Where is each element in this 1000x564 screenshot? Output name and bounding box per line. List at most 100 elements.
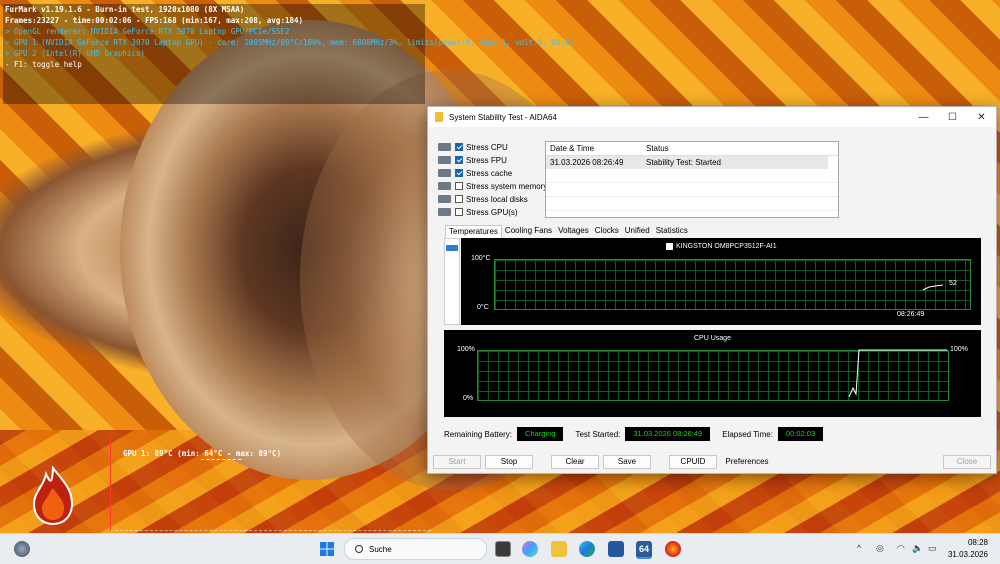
gpu-icon — [438, 208, 451, 216]
temp-line — [922, 284, 944, 291]
close-button[interactable]: Close — [943, 455, 991, 469]
empty-row — [546, 183, 838, 197]
stress-disks-checkbox[interactable] — [455, 195, 463, 203]
clock-time: 08:28 — [967, 538, 988, 547]
tab-unified[interactable]: Unified — [622, 225, 653, 237]
status-log-table[interactable]: Date & Time Status 31.03.2026 08:26:49 S… — [545, 141, 839, 218]
option-label: Stress system memory — [466, 181, 548, 191]
graph-tabs: Temperatures Cooling Fans Voltages Clock… — [445, 225, 691, 238]
stability-test-window[interactable]: System Stability Test - AIDA64 — ☐ ✕ Str… — [427, 106, 997, 474]
sensor-list[interactable] — [444, 238, 460, 325]
fpu-icon — [438, 156, 451, 164]
search-placeholder: Suche — [369, 544, 392, 554]
osd-line: - F1: toggle help — [5, 60, 82, 69]
cpu-line — [848, 349, 947, 398]
table-header: Date & Time Status — [546, 142, 838, 156]
osd-line: Frames:23227 - time:00:02:06 - FPS:168 (… — [5, 16, 304, 25]
speaker-icon[interactable]: 🔈 — [912, 543, 923, 554]
widgets-icon[interactable] — [14, 541, 30, 557]
stress-cache-option[interactable]: Stress cache — [438, 167, 512, 179]
option-label: Stress GPU(s) — [466, 207, 518, 217]
memory-icon — [438, 182, 451, 190]
close-window-button[interactable]: ✕ — [967, 112, 996, 123]
maximize-button[interactable]: ☐ — [938, 112, 967, 123]
search-icon — [355, 545, 363, 553]
stress-cpu-checkbox[interactable] — [455, 143, 463, 151]
option-label: Stress CPU — [466, 142, 508, 152]
battery-icon[interactable]: ▭ — [928, 543, 937, 554]
elapsed-time-label: Elapsed Time: — [722, 429, 773, 439]
cache-icon — [438, 169, 451, 177]
battery-value: Charging — [517, 427, 564, 441]
option-label: Stress cache — [466, 168, 513, 178]
stress-cache-checkbox[interactable] — [455, 169, 463, 177]
save-button[interactable]: Save — [603, 455, 651, 469]
tab-temperatures[interactable]: Temperatures — [445, 225, 502, 238]
gpu-temp-curve — [201, 459, 241, 461]
cell-status: Stability Test: Started — [646, 158, 721, 167]
column-header-status[interactable]: Status — [642, 144, 838, 153]
windows-start-icon[interactable] — [319, 541, 335, 557]
cpu-icon — [438, 143, 451, 151]
clear-button[interactable]: Clear — [551, 455, 599, 469]
taskbar-clock[interactable]: 08:28 31.03.2026 — [948, 537, 988, 561]
store-icon[interactable] — [608, 541, 624, 557]
osd-line: > GPU 1 (NVIDIA GeForce RTX 3070 Laptop … — [5, 38, 574, 47]
title-bar[interactable]: System Stability Test - AIDA64 — ☐ ✕ — [428, 107, 996, 127]
status-bar: Remaining Battery: Charging Test Started… — [444, 427, 835, 441]
taskbar-search[interactable]: Suche — [344, 538, 487, 560]
furmark-taskbar-icon[interactable] — [665, 541, 681, 557]
aida64-app-icon — [435, 112, 443, 122]
stress-fpu-option[interactable]: Stress FPU — [438, 154, 507, 166]
test-started-label: Test Started: — [575, 429, 621, 439]
empty-row — [546, 197, 838, 211]
clock-date: 31.03.2026 — [947, 550, 988, 559]
stress-fpu-checkbox[interactable] — [455, 156, 463, 164]
window-title: System Stability Test - AIDA64 — [449, 112, 557, 122]
tab-voltages[interactable]: Voltages — [555, 225, 592, 237]
aida64-taskbar-icon[interactable]: 64 — [636, 541, 652, 559]
stress-gpu-checkbox[interactable] — [455, 208, 463, 216]
elapsed-time-value: 00:02:03 — [777, 427, 824, 441]
tray-overflow-chevron[interactable]: ^ — [857, 543, 861, 553]
battery-label: Remaining Battery: — [444, 429, 513, 439]
osd-line: FurMark v1.19.1.6 - Burn-in test, 1920x1… — [5, 5, 245, 14]
tray-app-icon[interactable]: ◎ — [876, 543, 884, 554]
gpu-temp-label: GPU 1: 89°C (min: 64°C - max: 89°C) — [123, 449, 282, 458]
cell-datetime: 31.03.2026 08:26:49 — [550, 158, 624, 167]
cpuid-button[interactable]: CPUID — [669, 455, 717, 469]
test-started-value: 31.03.2026 08:26:49 — [625, 427, 711, 441]
osd-line: > OpenGL renderer: NVIDIA GeForce RTX 30… — [5, 27, 290, 36]
preferences-button[interactable]: Preferences — [721, 455, 773, 469]
option-label: Stress FPU — [466, 155, 507, 165]
stop-button[interactable]: Stop — [485, 455, 533, 469]
furmark-flame-icon — [32, 466, 74, 526]
tab-statistics[interactable]: Statistics — [653, 225, 691, 237]
stress-memory-option[interactable]: Stress system memory — [438, 180, 547, 192]
disk-icon — [438, 195, 451, 203]
taskbar: Suche 64 ^ ◎ ◠ 🔈 ▭ 08:28 31.03.2026 — [0, 533, 1000, 564]
sensor-selection[interactable] — [446, 245, 458, 251]
task-view-icon[interactable] — [495, 541, 511, 557]
table-row[interactable]: 31.03.2026 08:26:49 Stability Test: Star… — [546, 156, 828, 169]
edge-browser-icon[interactable] — [579, 541, 595, 557]
file-explorer-icon[interactable] — [551, 541, 567, 557]
stress-memory-checkbox[interactable] — [455, 182, 463, 190]
column-header-datetime[interactable]: Date & Time — [546, 144, 642, 153]
tab-clocks[interactable]: Clocks — [592, 225, 622, 237]
empty-row — [546, 169, 838, 183]
stress-gpu-option[interactable]: Stress GPU(s) — [438, 206, 518, 218]
stress-disks-option[interactable]: Stress local disks — [438, 193, 528, 205]
gpu-temp-graph: GPU 1: 89°C (min: 64°C - max: 89°C) — [110, 435, 431, 531]
furmark-osd: FurMark v1.19.1.6 - Burn-in test, 1920x1… — [3, 4, 574, 104]
start-button[interactable]: Start — [433, 455, 481, 469]
tab-cooling-fans[interactable]: Cooling Fans — [502, 225, 555, 237]
wifi-icon[interactable]: ◠ — [897, 543, 905, 554]
stress-cpu-option[interactable]: Stress CPU — [438, 141, 508, 153]
button-row: Start Stop Clear Save CPUID Preferences … — [428, 455, 996, 471]
copilot-icon[interactable] — [522, 541, 538, 557]
temperature-graph: KINGSTON OM8PCP3512F-AI1 100°C 0°C 08:26… — [461, 238, 981, 325]
option-label: Stress local disks — [466, 194, 528, 204]
cpu-usage-graph: CPU Usage 100% 0% 100% — [444, 330, 981, 417]
minimize-button[interactable]: — — [909, 112, 938, 123]
